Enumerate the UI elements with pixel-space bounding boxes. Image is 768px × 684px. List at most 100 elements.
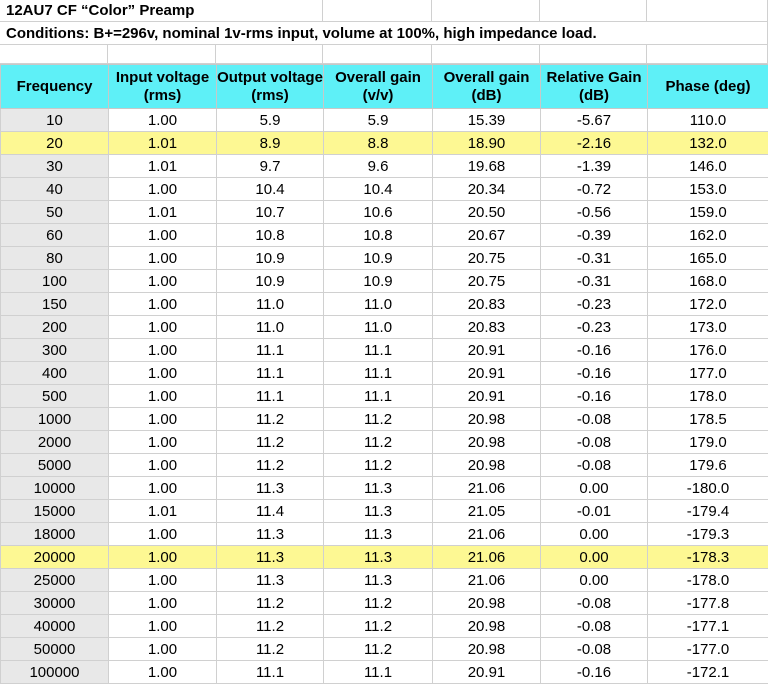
- table-cell[interactable]: 20.83: [433, 316, 541, 339]
- table-cell[interactable]: -172.1: [648, 661, 768, 684]
- table-cell[interactable]: 11.1: [324, 362, 433, 385]
- table-cell[interactable]: 11.3: [324, 477, 433, 500]
- table-cell[interactable]: 1.00: [109, 661, 217, 684]
- table-cell[interactable]: 20.91: [433, 362, 541, 385]
- table-cell[interactable]: 11.1: [324, 661, 433, 684]
- table-cell[interactable]: -0.39: [541, 224, 648, 247]
- table-cell[interactable]: 11.4: [217, 500, 324, 523]
- table-cell[interactable]: 19.68: [433, 155, 541, 178]
- table-cell[interactable]: -0.08: [541, 592, 648, 615]
- table-cell[interactable]: 168.0: [648, 270, 768, 293]
- frequency-cell[interactable]: 10: [1, 109, 109, 132]
- table-cell[interactable]: 10.8: [217, 224, 324, 247]
- table-cell[interactable]: -0.16: [541, 661, 648, 684]
- table-cell[interactable]: 11.2: [324, 638, 433, 661]
- table-cell[interactable]: 0.00: [541, 569, 648, 592]
- table-cell[interactable]: 21.06: [433, 523, 541, 546]
- table-cell[interactable]: -178.3: [648, 546, 768, 569]
- frequency-cell[interactable]: 100000: [1, 661, 109, 684]
- table-cell[interactable]: -0.31: [541, 270, 648, 293]
- table-cell[interactable]: 10.9: [324, 247, 433, 270]
- table-cell[interactable]: 10.4: [324, 178, 433, 201]
- frequency-cell[interactable]: 500: [1, 385, 109, 408]
- table-cell[interactable]: 10.9: [217, 270, 324, 293]
- table-cell[interactable]: 20.50: [433, 201, 541, 224]
- frequency-cell[interactable]: 200: [1, 316, 109, 339]
- table-cell[interactable]: -177.8: [648, 592, 768, 615]
- table-cell[interactable]: -178.0: [648, 569, 768, 592]
- table-cell[interactable]: -0.16: [541, 339, 648, 362]
- table-cell[interactable]: 1.00: [109, 569, 217, 592]
- table-cell[interactable]: -179.3: [648, 523, 768, 546]
- table-cell[interactable]: 11.3: [217, 477, 324, 500]
- table-cell[interactable]: 11.0: [324, 293, 433, 316]
- table-cell[interactable]: 1.00: [109, 408, 217, 431]
- table-cell[interactable]: 20.91: [433, 339, 541, 362]
- table-cell[interactable]: 11.1: [324, 385, 433, 408]
- frequency-cell[interactable]: 15000: [1, 500, 109, 523]
- table-cell[interactable]: 11.2: [324, 408, 433, 431]
- table-cell[interactable]: 11.1: [217, 362, 324, 385]
- table-cell[interactable]: 1.00: [109, 523, 217, 546]
- frequency-cell[interactable]: 2000: [1, 431, 109, 454]
- table-cell[interactable]: -0.08: [541, 408, 648, 431]
- table-cell[interactable]: 11.1: [217, 661, 324, 684]
- table-cell[interactable]: 177.0: [648, 362, 768, 385]
- table-cell[interactable]: 10.4: [217, 178, 324, 201]
- table-cell[interactable]: 15.39: [433, 109, 541, 132]
- table-cell[interactable]: 172.0: [648, 293, 768, 316]
- table-cell[interactable]: 18.90: [433, 132, 541, 155]
- table-cell[interactable]: 11.1: [324, 339, 433, 362]
- table-cell[interactable]: 1.00: [109, 615, 217, 638]
- table-cell[interactable]: 1.00: [109, 592, 217, 615]
- table-cell[interactable]: 1.00: [109, 293, 217, 316]
- table-cell[interactable]: 20.98: [433, 592, 541, 615]
- table-cell[interactable]: 1.00: [109, 247, 217, 270]
- frequency-cell[interactable]: 20000: [1, 546, 109, 569]
- table-cell[interactable]: 11.1: [217, 339, 324, 362]
- table-cell[interactable]: 20.98: [433, 454, 541, 477]
- table-cell[interactable]: -0.56: [541, 201, 648, 224]
- table-cell[interactable]: 11.3: [217, 569, 324, 592]
- table-cell[interactable]: 11.3: [324, 500, 433, 523]
- frequency-cell[interactable]: 60: [1, 224, 109, 247]
- frequency-cell[interactable]: 18000: [1, 523, 109, 546]
- frequency-cell[interactable]: 5000: [1, 454, 109, 477]
- table-cell[interactable]: 11.2: [324, 592, 433, 615]
- table-cell[interactable]: 0.00: [541, 523, 648, 546]
- table-cell[interactable]: 1.00: [109, 477, 217, 500]
- table-cell[interactable]: 11.2: [324, 615, 433, 638]
- table-cell[interactable]: 162.0: [648, 224, 768, 247]
- table-cell[interactable]: 1.01: [109, 132, 217, 155]
- table-cell[interactable]: 1.00: [109, 339, 217, 362]
- table-cell[interactable]: 20.91: [433, 661, 541, 684]
- table-cell[interactable]: 10.7: [217, 201, 324, 224]
- table-cell[interactable]: 11.2: [217, 615, 324, 638]
- column-header[interactable]: Output voltage(rms): [217, 65, 324, 109]
- table-cell[interactable]: 20.98: [433, 408, 541, 431]
- table-cell[interactable]: 8.9: [217, 132, 324, 155]
- table-cell[interactable]: -2.16: [541, 132, 648, 155]
- table-cell[interactable]: 179.6: [648, 454, 768, 477]
- table-cell[interactable]: 11.0: [324, 316, 433, 339]
- table-cell[interactable]: 178.5: [648, 408, 768, 431]
- frequency-cell[interactable]: 1000: [1, 408, 109, 431]
- frequency-cell[interactable]: 40: [1, 178, 109, 201]
- table-cell[interactable]: 11.3: [217, 523, 324, 546]
- table-cell[interactable]: 1.00: [109, 385, 217, 408]
- table-cell[interactable]: 11.2: [217, 592, 324, 615]
- table-cell[interactable]: -0.31: [541, 247, 648, 270]
- table-cell[interactable]: 5.9: [217, 109, 324, 132]
- table-cell[interactable]: -0.01: [541, 500, 648, 523]
- frequency-cell[interactable]: 150: [1, 293, 109, 316]
- table-cell[interactable]: 1.00: [109, 362, 217, 385]
- table-cell[interactable]: 11.3: [324, 523, 433, 546]
- table-cell[interactable]: -180.0: [648, 477, 768, 500]
- table-cell[interactable]: 11.2: [217, 408, 324, 431]
- table-cell[interactable]: 146.0: [648, 155, 768, 178]
- table-cell[interactable]: 20.98: [433, 431, 541, 454]
- table-cell[interactable]: -1.39: [541, 155, 648, 178]
- table-cell[interactable]: 20.98: [433, 615, 541, 638]
- table-cell[interactable]: 11.2: [324, 454, 433, 477]
- table-cell[interactable]: 8.8: [324, 132, 433, 155]
